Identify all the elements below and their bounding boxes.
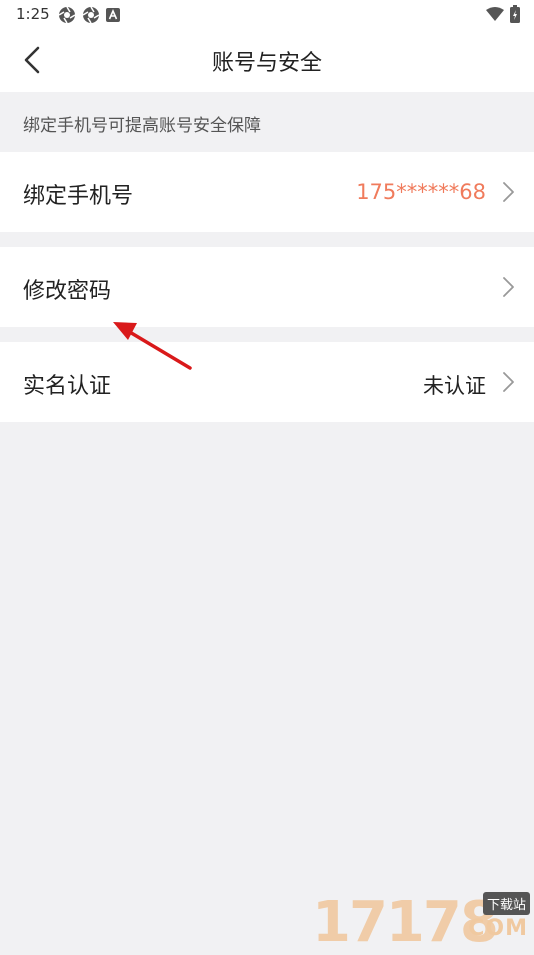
phone-number-value: 175******68 xyxy=(356,180,486,204)
shutter-icon xyxy=(58,6,76,24)
watermark-suffix: COM xyxy=(468,916,528,941)
security-hint: 绑定手机号可提高账号安全保障 xyxy=(0,92,534,152)
app-a-icon xyxy=(106,8,120,22)
chevron-right-icon xyxy=(503,372,514,392)
page-title: 账号与安全 xyxy=(211,51,322,76)
bind-phone-row[interactable]: 绑定手机号 175******68 xyxy=(0,152,534,232)
row-label: 绑定手机号 xyxy=(23,184,134,209)
real-name-verification-row[interactable]: 实名认证 未认证 xyxy=(0,342,534,422)
nav-bar: 账号与安全 xyxy=(0,28,534,92)
status-time: 1:25 xyxy=(16,5,50,23)
status-icons-right xyxy=(486,5,520,23)
chevron-right-icon xyxy=(503,182,514,202)
watermark-badge: 下载站 xyxy=(482,892,530,915)
verification-status: 未认证 xyxy=(423,374,486,398)
shutter-icon xyxy=(82,6,100,24)
row-label: 实名认证 xyxy=(23,374,112,399)
status-bar: 1:25 xyxy=(0,0,534,28)
chevron-right-icon xyxy=(503,277,514,297)
watermark: 17178 下载站 COM xyxy=(304,886,534,955)
change-password-row[interactable]: 修改密码 xyxy=(0,247,534,327)
hint-text: 绑定手机号可提高账号安全保障 xyxy=(23,116,261,136)
wifi-icon xyxy=(486,7,504,21)
row-label: 修改密码 xyxy=(23,279,112,304)
battery-icon xyxy=(510,5,520,23)
status-icons-left xyxy=(58,6,120,24)
